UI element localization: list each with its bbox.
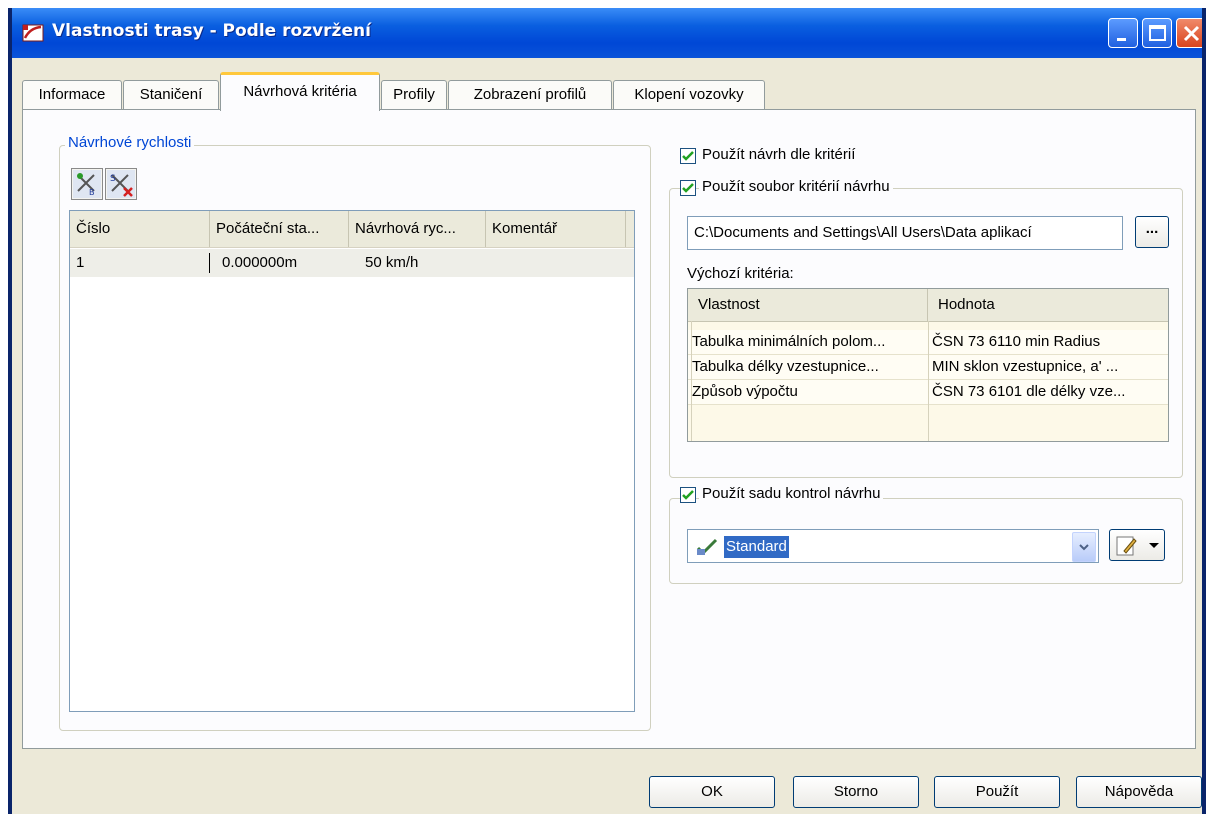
maximize-button[interactable] (1142, 18, 1172, 48)
help-button[interactable]: Nápověda (1076, 776, 1202, 808)
check-set-dropdown[interactable]: Standard (687, 529, 1099, 563)
use-criteria-file-checkbox[interactable] (680, 180, 696, 196)
column-header[interactable]: Návrhová ryc... (349, 211, 486, 247)
checkmark-icon (682, 490, 694, 500)
chevron-down-icon (1079, 544, 1089, 551)
checkmark-icon (682, 183, 694, 193)
criteria-grid-header: Vlastnost Hodnota (688, 289, 1168, 322)
default-criteria-grid[interactable]: Vlastnost Hodnota Tabulka minimálních po… (687, 288, 1169, 442)
check-set-selected: Standard (724, 536, 789, 558)
add-speed-button[interactable]: B (71, 168, 103, 200)
table-row[interactable]: 1 0.000000m 50 km/h (70, 249, 634, 277)
column-header[interactable]: Komentář (486, 211, 626, 247)
ok-button[interactable]: OK (649, 776, 775, 808)
alignment-icon (22, 24, 44, 42)
use-check-set-checkbox[interactable] (680, 487, 696, 503)
delete-speed-icon: S (107, 170, 135, 198)
use-design-criteria-label: Použít návrh dle kritérií (702, 146, 856, 163)
tab-panel: Návrhové rychlosti B S Číslo Počáteční s… (22, 109, 1196, 749)
speeds-list-header: Číslo Počáteční sta... Návrhová ryc... K… (70, 211, 634, 248)
window-title: Vlastnosti trasy - Podle rozvržení (52, 21, 371, 41)
title-bar[interactable]: Vlastnosti trasy - Podle rozvržení (12, 8, 1202, 58)
edit-icon (1116, 536, 1137, 556)
cell-value[interactable]: ČSN 73 6110 min Radius (928, 330, 1168, 354)
grid-divider (928, 321, 929, 441)
checkmark-icon (682, 151, 694, 161)
column-header[interactable]: Vlastnost (688, 289, 928, 321)
tab-klopeni-vozovky[interactable]: Klopení vozovky (613, 80, 765, 110)
cell-property: Způsob výpočtu (692, 383, 798, 400)
tab-profily[interactable]: Profily (381, 80, 447, 110)
use-criteria-file-label: Použít soubor kritérií návrhu (699, 178, 893, 195)
chevron-down-icon (1149, 543, 1159, 548)
tab-zobrazeni-profilu[interactable]: Zobrazení profilů (448, 80, 612, 110)
cell-number: 1 (76, 254, 85, 271)
close-button[interactable] (1176, 18, 1202, 48)
cancel-button[interactable]: Storno (793, 776, 919, 808)
cell-property: Tabulka délky vzestupnice... (692, 358, 879, 375)
tab-staniceni[interactable]: Staničení (123, 80, 219, 110)
close-icon (1183, 25, 1200, 42)
delete-speed-button[interactable]: S (105, 168, 137, 200)
use-check-set-label: Použít sadu kontrol návrhu (699, 485, 884, 502)
cell-property: Tabulka minimálních polom... (692, 333, 886, 350)
tab-navrhova-kriteria[interactable]: Návrhová kritéria (220, 72, 380, 111)
column-header[interactable]: Hodnota (928, 289, 1168, 321)
check-set-icon (696, 538, 718, 556)
dropdown-arrow[interactable] (1072, 532, 1096, 562)
speeds-list[interactable]: Číslo Počáteční sta... Návrhová ryc... K… (69, 210, 635, 712)
apply-button[interactable]: Použít (934, 776, 1060, 808)
edit-check-set-button[interactable] (1109, 529, 1165, 561)
minimize-button[interactable] (1108, 18, 1138, 48)
minimize-icon (1117, 38, 1126, 41)
design-speeds-label: Návrhové rychlosti (65, 134, 195, 151)
cell-start-station: 0.000000m (222, 254, 298, 271)
svg-text:S: S (110, 174, 116, 184)
column-header[interactable]: Číslo (70, 211, 210, 247)
grid-divider (691, 321, 692, 441)
column-header[interactable]: Počáteční sta... (210, 211, 349, 247)
browse-button[interactable]: ... (1135, 216, 1169, 248)
cell-value[interactable]: ČSN 73 6101 dle délky vze... (928, 380, 1168, 404)
default-criteria-label: Výchozí kritéria: (687, 265, 794, 282)
maximize-icon (1149, 25, 1166, 41)
add-speed-icon: B (73, 170, 101, 198)
tab-informace[interactable]: Informace (22, 80, 122, 110)
svg-text:B: B (89, 188, 95, 197)
use-design-criteria-checkbox[interactable] (680, 148, 696, 164)
criteria-file-path-field[interactable]: C:\Documents and Settings\All Users\Data… (687, 216, 1123, 250)
cell-design-speed: 50 km/h (365, 254, 419, 271)
cell-value[interactable]: MIN sklon vzestupnice, a' ... (928, 355, 1168, 379)
cell-cursor (209, 253, 210, 273)
dialog-window: Vlastnosti trasy - Podle rozvržení Infor… (8, 8, 1206, 814)
